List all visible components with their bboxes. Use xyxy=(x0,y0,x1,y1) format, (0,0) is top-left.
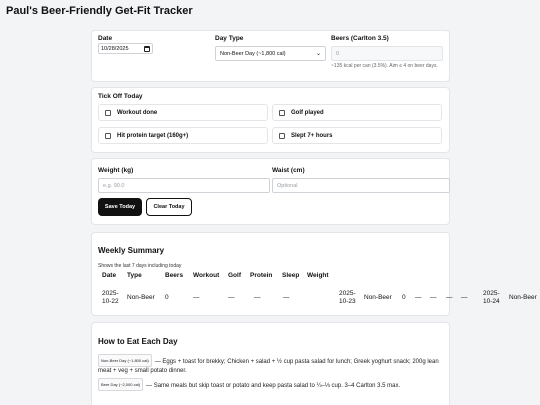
date-year: 2025- xyxy=(483,290,500,297)
beers-value: 0 xyxy=(336,50,340,57)
table-cell-sleep: — xyxy=(283,294,290,301)
col-header-weight: Weight xyxy=(307,272,329,279)
table-cell-beers: 0 xyxy=(402,294,406,301)
beer-day-guide: Beer Day (~2,000 cal) — Same meals but sk… xyxy=(98,378,443,391)
checkbox-icon[interactable] xyxy=(279,109,285,116)
table-cell-protein: — xyxy=(254,294,261,301)
waist-input[interactable]: Optional xyxy=(272,178,450,193)
daytype-select[interactable]: Non-Beer Day (~1,800 cal) ⌄ xyxy=(215,46,326,61)
date-year: 2025- xyxy=(339,290,356,297)
golf-checkbox[interactable]: Golf played xyxy=(272,104,442,121)
checkbox-icon[interactable] xyxy=(279,132,285,139)
col-header-workout: Workout xyxy=(193,272,220,279)
table-cell-golf: — xyxy=(430,294,437,301)
table-cell-workout: — xyxy=(415,294,422,301)
calendar-icon[interactable] xyxy=(144,46,150,52)
checkbox-icon[interactable] xyxy=(105,132,111,139)
protein-checkbox[interactable]: Hit protein target (160g+) xyxy=(98,127,268,144)
checkbox-label: Slept 7+ hours xyxy=(291,132,333,139)
table-cell-date: 2025- 10-23 xyxy=(339,290,356,306)
checkbox-label: Hit protein target (160g+) xyxy=(117,132,189,139)
daytype-value: Non-Beer Day (~1,800 cal) xyxy=(220,50,286,57)
weight-placeholder: e.g. 90.0 xyxy=(103,182,125,189)
checkbox-label: Golf played xyxy=(291,109,324,116)
date-monthday: 10-24 xyxy=(483,298,500,305)
date-value: 10/28/2025 xyxy=(101,45,129,52)
beer-day-text: — Same meals but skip toast or potato an… xyxy=(146,383,401,389)
workout-checkbox[interactable]: Workout done xyxy=(98,104,268,121)
col-header-beers: Beers xyxy=(165,272,184,279)
daytype-label: Day Type xyxy=(215,35,244,42)
weight-label: Weight (kg) xyxy=(98,167,134,174)
table-cell-protein: — xyxy=(446,294,453,301)
table-cell-golf: — xyxy=(228,294,235,301)
checkbox-label: Workout done xyxy=(117,109,158,116)
clear-today-button[interactable]: Clear Today xyxy=(146,198,192,216)
save-today-button[interactable]: Save Today xyxy=(98,198,142,216)
table-cell-beers: 0 xyxy=(165,294,169,301)
waist-placeholder: Optional xyxy=(277,182,298,189)
table-cell-date: 2025- 10-24 xyxy=(483,290,500,306)
sleep-checkbox[interactable]: Slept 7+ hours xyxy=(272,127,442,144)
table-cell-type: Non-Beer xyxy=(364,294,392,301)
date-input[interactable]: 10/28/2025 xyxy=(98,43,153,54)
waist-label: Waist (cm) xyxy=(272,167,305,174)
col-header-golf: Golf xyxy=(228,272,241,279)
date-monthday: 10-22 xyxy=(102,298,119,305)
weekly-summary-title: Weekly Summary xyxy=(98,246,165,255)
beer-day-badge: Beer Day (~2,000 cal) xyxy=(98,378,144,391)
date-label: Date xyxy=(98,35,113,42)
col-header-sleep: Sleep xyxy=(282,272,300,279)
col-header-date: Date xyxy=(102,272,117,279)
date-year: 2025- xyxy=(102,290,119,297)
weekly-summary-note: Shows the last 7 days including today xyxy=(98,263,182,269)
table-cell-type: Non-Beer xyxy=(509,294,537,301)
table-cell-workout: — xyxy=(193,294,200,301)
col-header-protein: Protein xyxy=(250,272,273,279)
beers-label: Beers (Carlton 3.5) xyxy=(331,35,389,42)
app-title: Paul's Beer-Friendly Get-Fit Tracker xyxy=(6,5,193,17)
table-cell-type: Non-Beer xyxy=(127,294,155,301)
checkbox-icon[interactable] xyxy=(105,109,111,116)
table-cell-sleep: — xyxy=(461,294,468,301)
beers-input[interactable]: 0 xyxy=(331,46,443,61)
table-cell-date: 2025- 10-22 xyxy=(102,290,119,306)
beers-hint: ~135 kcal per can (3.5%). Aim ≤ 4 on bee… xyxy=(331,63,438,69)
chevron-down-icon: ⌄ xyxy=(315,51,321,57)
how-to-eat-title: How to Eat Each Day xyxy=(98,337,178,346)
weight-input[interactable]: e.g. 90.0 xyxy=(98,178,270,193)
tickoff-title: Tick Off Today xyxy=(98,93,143,100)
nonbeer-day-guide: Non-Beer Day (~1,800 cal) — Eggs + toast … xyxy=(98,354,443,376)
col-header-type: Type xyxy=(127,272,142,279)
nonbeer-day-badge: Non-Beer Day (~1,800 cal) xyxy=(98,354,152,367)
date-monthday: 10-23 xyxy=(339,298,356,305)
